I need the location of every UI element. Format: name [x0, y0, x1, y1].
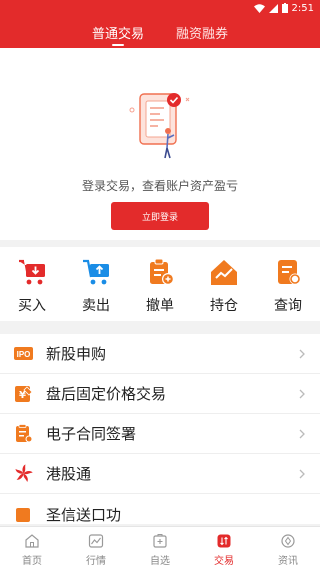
quick-label: 买入 — [18, 298, 46, 314]
trade-icon — [217, 534, 231, 548]
sell-button[interactable]: 卖出 — [64, 247, 128, 321]
home-icon — [25, 534, 39, 548]
watchlist-icon — [153, 534, 167, 548]
tab-trade[interactable]: 交易 — [192, 527, 256, 569]
battery-icon — [281, 3, 288, 13]
menu-item-fixed-price[interactable]: ¥ 盘后固定价格交易 — [0, 374, 320, 414]
chevron-right-icon — [299, 349, 305, 358]
contract-icon — [16, 424, 33, 443]
tab-label: 交易 — [214, 556, 234, 567]
tab-market[interactable]: 行情 — [64, 527, 128, 569]
quick-label: 卖出 — [82, 298, 110, 314]
menu-label: 港股通 — [46, 465, 92, 483]
trade-menu-list: IPO 新股申购 ¥ 盘后固定价格交易 电子合同签署 港股通 圣信送口功 — [0, 334, 320, 524]
bottom-tab-bar: 首页 行情 自选 交易 资讯 — [0, 526, 320, 569]
tab-label: 融资融券 — [176, 26, 229, 42]
query-button[interactable]: 查询 — [256, 247, 320, 321]
menu-label: 圣信送口功 — [46, 505, 122, 524]
tab-margin-trade[interactable]: 融资融券 — [174, 16, 230, 48]
menu-item-contract[interactable]: 电子合同签署 — [0, 414, 320, 454]
buy-button[interactable]: 买入 — [0, 247, 64, 321]
tab-label: 首页 — [22, 556, 42, 567]
tab-label: 自选 — [150, 556, 170, 567]
cancel-order-button[interactable]: 撤单 — [128, 247, 192, 321]
ipo-icon-text: IPO — [17, 350, 31, 359]
chevron-right-icon — [299, 389, 305, 398]
quick-label: 持仓 — [210, 298, 238, 314]
partial-item-icon — [16, 507, 30, 522]
tab-watchlist[interactable]: 自选 — [128, 527, 192, 569]
menu-label: 新股申购 — [46, 345, 107, 363]
chart-icon — [88, 534, 104, 548]
menu-item-hk-connect[interactable]: 港股通 — [0, 454, 320, 494]
chevron-right-icon — [299, 429, 305, 438]
tab-label: 普通交易 — [91, 26, 144, 42]
cart-upload-icon — [83, 259, 109, 285]
quick-actions: 买入 卖出 撤单 持仓 查询 — [0, 247, 320, 321]
positions-button[interactable]: 持仓 — [192, 247, 256, 321]
trade-type-tabs: 普通交易 融资融券 — [0, 16, 320, 48]
svg-text:¥: ¥ — [19, 390, 26, 401]
menu-item-ipo[interactable]: IPO 新股申购 — [0, 334, 320, 374]
menu-label: 电子合同签署 — [46, 425, 137, 443]
tab-normal-trade[interactable]: 普通交易 — [90, 16, 146, 48]
quick-label: 撤单 — [146, 298, 174, 314]
tab-label: 行情 — [86, 556, 106, 567]
login-illustration-icon — [129, 93, 190, 159]
ipo-icon: IPO — [14, 347, 33, 360]
quick-label: 查询 — [274, 298, 302, 314]
signal-icon — [268, 3, 278, 13]
tab-home[interactable]: 首页 — [0, 527, 64, 569]
menu-label: 盘后固定价格交易 — [46, 385, 167, 403]
status-bar: 2:51 — [0, 0, 320, 16]
menu-item-partial[interactable]: 圣信送口功 — [0, 494, 320, 524]
wifi-icon — [253, 3, 265, 13]
login-button[interactable]: 立即登录 — [111, 202, 209, 230]
chevron-right-icon — [299, 469, 305, 478]
login-card: 登录交易，查看账户资产盈亏 立即登录 — [0, 48, 320, 240]
house-chart-icon — [211, 260, 237, 285]
news-icon — [281, 534, 295, 548]
fixed-price-icon: ¥ — [15, 386, 33, 402]
bauhinia-icon — [15, 464, 33, 482]
tab-label: 资讯 — [278, 556, 298, 567]
cart-download-icon — [19, 259, 45, 285]
tab-news[interactable]: 资讯 — [256, 527, 320, 569]
document-search-icon — [278, 260, 301, 285]
clipboard-undo-icon — [150, 258, 174, 285]
status-time: 2:51 — [291, 2, 314, 14]
login-tip: 登录交易，查看账户资产盈亏 — [81, 179, 238, 193]
